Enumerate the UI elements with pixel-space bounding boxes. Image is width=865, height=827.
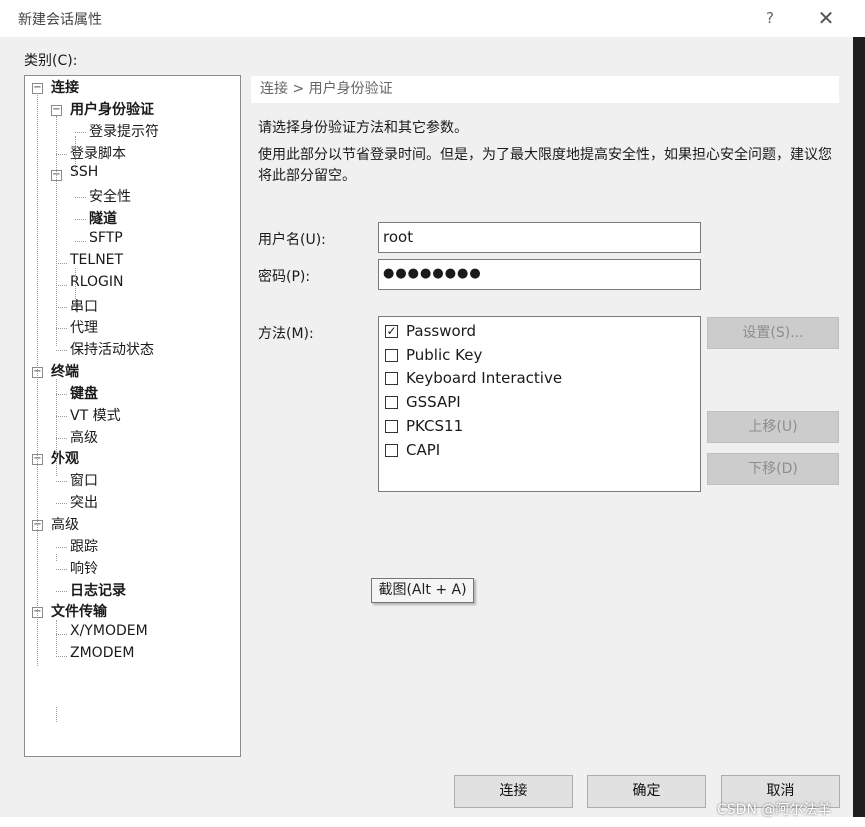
help-icon[interactable]: ? xyxy=(756,6,784,30)
tree-item[interactable]: 窗口 xyxy=(70,470,98,490)
ok-button[interactable]: 确定 xyxy=(587,775,706,808)
move-up-button[interactable]: 上移(U) xyxy=(707,411,839,443)
method-option-label: Keyboard Interactive xyxy=(406,369,563,388)
breadcrumb: 连接 > 用户身份验证 xyxy=(251,76,839,103)
password-label: 密码(P): xyxy=(258,269,311,285)
tree-connector xyxy=(56,481,67,483)
method-label: 方法(M): xyxy=(258,326,314,342)
description-paragraph: 使用此部分以节省登录时间。但是，为了最大限度地提高安全性，如果担心安全问题，建议… xyxy=(258,147,832,184)
tree-item[interactable]: TELNET xyxy=(70,252,123,268)
description-line: 请选择身份验证方法和其它参数。 xyxy=(258,120,468,136)
tree-item[interactable]: 登录提示符 xyxy=(89,121,159,141)
method-option-label: Public Key xyxy=(406,345,483,364)
tree-connector xyxy=(75,219,86,221)
tree-item[interactable]: 高级 xyxy=(70,427,98,447)
tree-connector xyxy=(56,306,67,308)
tree-guide xyxy=(37,93,38,666)
username-input[interactable]: root xyxy=(378,222,701,253)
tree-item[interactable]: ZMODEM xyxy=(70,645,134,661)
tree-item[interactable]: 安全性 xyxy=(89,186,131,206)
screenshot-tooltip: 截图(Alt + A) xyxy=(371,578,474,603)
tree-item[interactable]: 响铃 xyxy=(70,558,98,578)
watermark: CSDN @阿尔法羊 xyxy=(717,802,832,818)
tree-connector xyxy=(56,393,67,395)
tree-connector xyxy=(56,328,67,330)
checkbox[interactable] xyxy=(385,443,398,457)
username-label: 用户名(U): xyxy=(258,232,326,248)
tree-item[interactable]: 代理 xyxy=(70,317,98,337)
tree-connector xyxy=(56,503,67,505)
category-tree[interactable]: 连接 − 用户身份验证 − 登录提示符 登录脚本 SSH − 安全性 隧道 SFTP TELNET RL… xyxy=(24,75,241,757)
tree-guide xyxy=(56,554,57,561)
tree-connector xyxy=(56,568,67,570)
tree-guide xyxy=(75,136,76,176)
method-option-label: PKCS11 xyxy=(406,416,464,435)
tree-item[interactable]: 高级 xyxy=(51,514,79,534)
tree-item[interactable]: 隧道 xyxy=(89,208,117,228)
collapse-toggle-icon[interactable]: − xyxy=(51,104,62,116)
password-input[interactable]: ●●●●●●●● xyxy=(378,259,701,290)
connect-button[interactable]: 连接 xyxy=(454,775,573,808)
tree-connector xyxy=(56,415,67,417)
background-terminal-right xyxy=(853,37,865,827)
tree-item[interactable]: 保持活动状态 xyxy=(70,339,154,359)
method-option-label: CAPI xyxy=(406,440,441,459)
tree-connector xyxy=(56,350,67,352)
tree-item[interactable]: 文件传输 xyxy=(51,601,107,621)
checkbox[interactable] xyxy=(385,348,398,362)
tree-item[interactable]: VT 模式 xyxy=(70,405,121,425)
tree-item[interactable]: 连接 xyxy=(51,77,79,97)
tree-item[interactable]: 用户身份验证 xyxy=(70,99,154,119)
tree-item[interactable]: SFTP xyxy=(89,230,123,246)
tree-connector xyxy=(56,656,67,658)
tree-guide xyxy=(56,620,57,654)
tree-connector xyxy=(56,546,67,548)
tree-guide xyxy=(56,707,57,722)
tree-connector xyxy=(75,240,86,242)
tree-connector xyxy=(56,590,67,592)
checkbox[interactable] xyxy=(385,372,398,386)
tree-connector xyxy=(75,197,86,199)
tree-connector xyxy=(56,437,67,439)
tree-guide xyxy=(56,116,57,346)
tree-guide xyxy=(56,379,57,476)
tree-connector xyxy=(56,284,67,286)
tree-connector xyxy=(56,262,67,264)
tree-item[interactable]: 突出 xyxy=(70,492,98,512)
tree-connector xyxy=(75,131,86,133)
tree-connector xyxy=(56,634,67,636)
tree-item[interactable]: 日志记录 xyxy=(70,580,126,600)
checkbox[interactable] xyxy=(385,419,398,433)
title-bar: 新建会话属性 ? ✕ xyxy=(0,0,865,37)
checkbox[interactable]: ✓ xyxy=(385,325,398,338)
method-option-label: Password xyxy=(406,322,477,340)
tree-item[interactable]: 跟踪 xyxy=(70,536,98,556)
tree-item[interactable]: 登录脚本 xyxy=(70,143,126,163)
tree-guide xyxy=(75,268,76,311)
settings-button[interactable]: 设置(S)... xyxy=(707,317,839,349)
checkbox[interactable] xyxy=(385,396,398,410)
move-down-button[interactable]: 下移(D) xyxy=(707,453,839,485)
window-title: 新建会话属性 xyxy=(18,12,102,28)
tree-item[interactable]: RLOGIN xyxy=(70,274,124,290)
close-icon[interactable]: ✕ xyxy=(810,6,842,30)
tree-connector xyxy=(56,153,67,155)
category-label: 类别(C): xyxy=(24,53,78,69)
tree-item[interactable]: X/YMODEM xyxy=(70,623,148,639)
method-list: ✓ Password Public Key Keyboard Interactive G… xyxy=(378,316,701,492)
method-option-label: GSSAPI xyxy=(406,393,461,412)
tree-item[interactable]: 键盘 xyxy=(70,383,98,403)
